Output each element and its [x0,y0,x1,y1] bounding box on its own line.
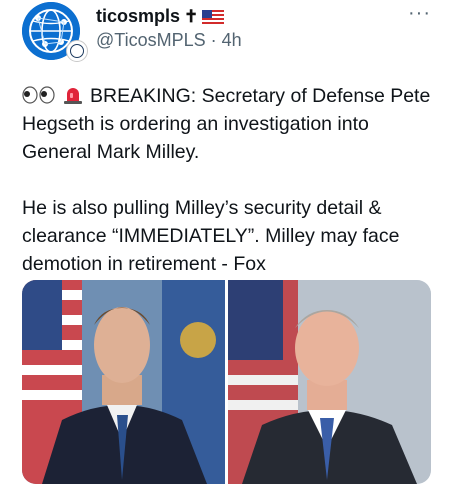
photo-right[interactable] [228,280,431,484]
tweet-media[interactable] [22,280,431,484]
police-siren-icon [64,88,82,104]
handle[interactable]: @TicosMPLS [96,30,206,50]
seal-icon [66,40,88,62]
author-name-row: ticosmpls ✝ [96,6,225,27]
cross-icon: ✝ [184,6,199,26]
tweet-paragraph-1: BREAKING: Secretary of Defense Pete Hegs… [22,85,436,163]
photo-left[interactable] [22,280,225,484]
tweet-paragraph-2: He is also pulling Milley’s security det… [22,197,405,275]
separator: · [210,30,217,50]
display-name[interactable]: ticosmpls [96,6,180,27]
more-icon[interactable]: ··· [408,2,431,25]
us-flag-icon [202,9,225,24]
eyes-emoji-icon [22,86,55,104]
timestamp[interactable]: 4h [222,30,242,50]
handle-row: @TicosMPLS · 4h [96,30,242,51]
photo-divider [225,280,228,484]
tweet-text: BREAKING: Secretary of Defense Pete Hegs… [22,82,442,278]
